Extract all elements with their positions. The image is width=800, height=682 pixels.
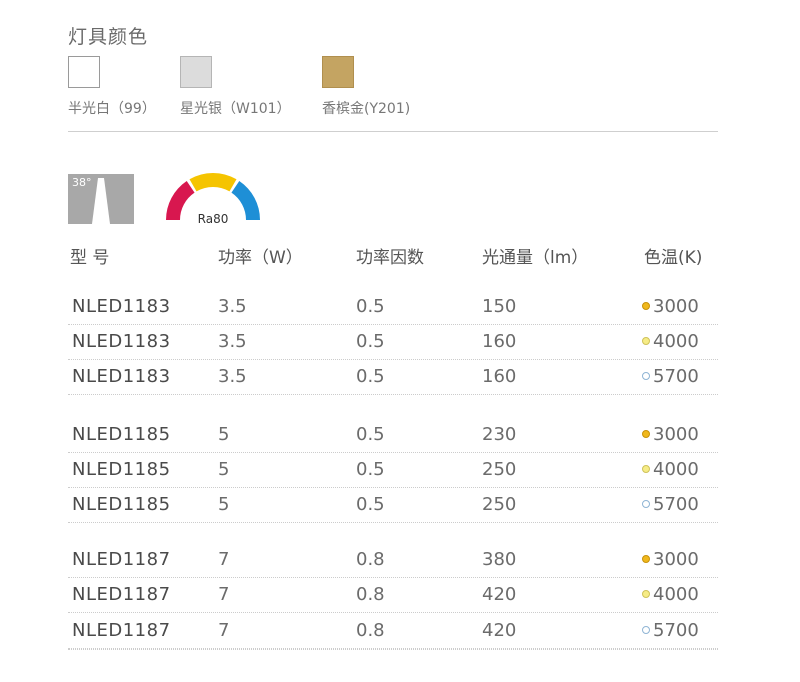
cct-value: 5700 — [653, 494, 699, 515]
cell-power: 3.5 — [218, 331, 247, 352]
cct-value: 4000 — [653, 584, 699, 605]
cell-cct: 5700 — [642, 620, 699, 641]
cell-lumen: 420 — [482, 620, 517, 641]
cct-value: 4000 — [653, 459, 699, 480]
cct-value: 4000 — [653, 331, 699, 352]
cell-pf: 0.8 — [356, 620, 385, 641]
table-row: NLED1183 3.5 0.5 160 4000 — [68, 325, 718, 360]
cell-pf: 0.5 — [356, 459, 385, 480]
cell-power: 3.5 — [218, 366, 247, 387]
table-row: NLED1187 7 0.8 420 4000 — [68, 578, 718, 613]
cct-value: 3000 — [653, 549, 699, 570]
cell-lumen: 230 — [482, 424, 517, 445]
cell-power: 7 — [218, 549, 230, 570]
cell-model: NLED1185 — [72, 494, 171, 515]
table-row: NLED1185 5 0.5 250 5700 — [68, 488, 718, 523]
color-temp-dot-icon — [642, 372, 650, 380]
cct-value: 3000 — [653, 296, 699, 317]
cell-power: 7 — [218, 584, 230, 605]
swatch-label-gold: 香槟金(Y201) — [322, 101, 411, 117]
beam-angle-label: 38° — [72, 176, 92, 189]
table-row: NLED1187 7 0.8 380 3000 — [68, 543, 718, 578]
color-temp-dot-icon — [642, 555, 650, 563]
cell-model: NLED1183 — [72, 296, 171, 317]
cell-pf: 0.8 — [356, 549, 385, 570]
cell-cct: 3000 — [642, 424, 699, 445]
color-temp-dot-icon — [642, 465, 650, 473]
cell-power: 5 — [218, 494, 230, 515]
cell-model: NLED1187 — [72, 584, 171, 605]
cell-model: NLED1185 — [72, 459, 171, 480]
cell-pf: 0.5 — [356, 494, 385, 515]
ra-arc-yellow — [189, 173, 237, 192]
swatch-gold — [322, 56, 354, 88]
table-row: NLED1185 5 0.5 250 4000 — [68, 453, 718, 488]
cell-model: NLED1187 — [72, 549, 171, 570]
cell-model: NLED1185 — [72, 424, 171, 445]
beam-angle-icon: 38° — [68, 174, 134, 224]
table-row: NLED1187 7 0.8 420 5700 — [68, 614, 718, 649]
cell-cct: 3000 — [642, 296, 699, 317]
cell-cct: 5700 — [642, 366, 699, 387]
ra-arc-red — [166, 181, 195, 221]
color-temp-dot-icon — [642, 590, 650, 598]
swatch-label-white: 半光白（99） — [68, 101, 156, 117]
cell-power: 5 — [218, 424, 230, 445]
color-temp-dot-icon — [642, 430, 650, 438]
cell-lumen: 250 — [482, 459, 517, 480]
cell-pf: 0.8 — [356, 584, 385, 605]
table-bottom-line — [68, 649, 718, 650]
cell-lumen: 160 — [482, 331, 517, 352]
cell-lumen: 420 — [482, 584, 517, 605]
ra-gauge-icon: Ra80 — [158, 170, 268, 230]
cell-cct: 4000 — [642, 584, 699, 605]
cell-model: NLED1183 — [72, 366, 171, 387]
cell-power: 5 — [218, 459, 230, 480]
color-temp-dot-icon — [642, 626, 650, 634]
cell-pf: 0.5 — [356, 424, 385, 445]
ra-label: Ra80 — [198, 212, 229, 226]
swatch-silver — [180, 56, 212, 88]
cell-lumen: 150 — [482, 296, 517, 317]
cell-power: 7 — [218, 620, 230, 641]
header-lumen: 光通量（lm） — [482, 248, 589, 268]
header-power-factor: 功率因数 — [356, 248, 424, 268]
cell-lumen: 380 — [482, 549, 517, 570]
table-row: NLED1183 3.5 0.5 150 3000 — [68, 290, 718, 325]
cell-cct: 5700 — [642, 494, 699, 515]
section-title: 灯具颜色 — [68, 26, 149, 48]
color-temp-dot-icon — [642, 337, 650, 345]
color-temp-dot-icon — [642, 500, 650, 508]
table-row: NLED1185 5 0.5 230 3000 — [68, 418, 718, 453]
color-temp-dot-icon — [642, 302, 650, 310]
header-cct: 色温(K) — [644, 248, 703, 268]
cell-lumen: 160 — [482, 366, 517, 387]
cct-value: 5700 — [653, 366, 699, 387]
cell-power: 3.5 — [218, 296, 247, 317]
header-power: 功率（W） — [218, 248, 303, 268]
cell-pf: 0.5 — [356, 296, 385, 317]
cell-lumen: 250 — [482, 494, 517, 515]
header-model: 型 号 — [70, 248, 110, 268]
divider — [68, 131, 718, 132]
cell-cct: 4000 — [642, 331, 699, 352]
cell-model: NLED1183 — [72, 331, 171, 352]
cct-value: 5700 — [653, 620, 699, 641]
cct-value: 3000 — [653, 424, 699, 445]
table-row: NLED1183 3.5 0.5 160 5700 — [68, 360, 718, 395]
cell-pf: 0.5 — [356, 331, 385, 352]
cell-pf: 0.5 — [356, 366, 385, 387]
cell-cct: 4000 — [642, 459, 699, 480]
cell-model: NLED1187 — [72, 620, 171, 641]
swatch-white — [68, 56, 100, 88]
cell-cct: 3000 — [642, 549, 699, 570]
ra-arc-blue — [231, 181, 260, 221]
swatch-label-silver: 星光银（W101） — [180, 101, 291, 117]
